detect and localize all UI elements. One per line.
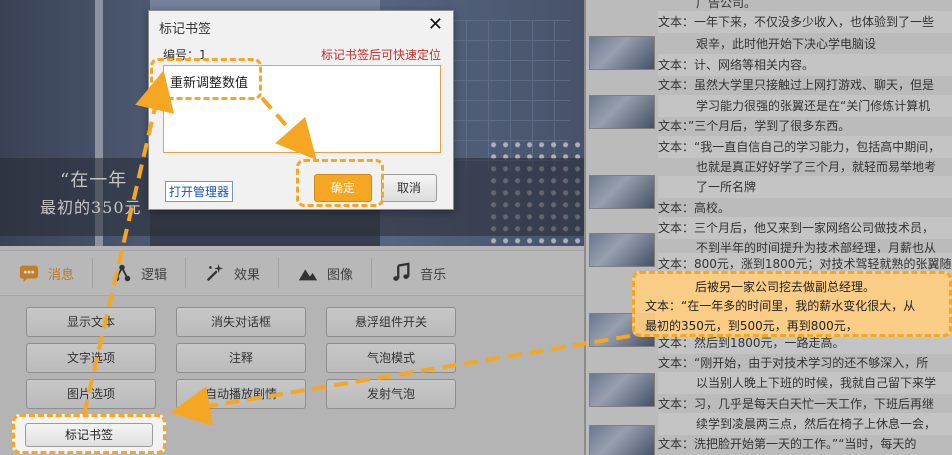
category-tab-bar: 消息 逻辑 效果 图像 音乐 <box>0 250 584 296</box>
highlighted-bookmark-command: 标记书签 <box>12 414 166 454</box>
cmd-show-text[interactable]: 显示文本 <box>26 307 156 337</box>
list-item[interactable]: 续学到凌晨两三点，然后在椅子上休息一会， <box>658 413 952 435</box>
list-item[interactable]: 文本：“刚开始，由于对技术学习的还不够深入，所 <box>658 352 952 374</box>
row-thumbnail <box>589 175 655 209</box>
list-item[interactable]: 以当别人晚上下班的时候，我就自己留下来学 <box>658 372 952 394</box>
cmd-comment[interactable]: 注释 <box>176 343 306 373</box>
message-icon <box>19 265 39 283</box>
list-item[interactable]: 文本：虽然大学里只接触过上网打游戏、聊天，但是 <box>658 74 952 96</box>
row-thumbnail <box>589 425 655 455</box>
row-thumbnail <box>589 233 655 267</box>
list-item[interactable]: 文本：三个月后，他又来到一家网络公司做技术员， <box>658 217 952 239</box>
list-item[interactable]: 文本：高校。 <box>658 197 952 219</box>
tab-image[interactable]: 图像 <box>279 258 373 288</box>
effect-icon <box>206 263 224 282</box>
list-item[interactable]: 文本：一年下来，不仅没多少收入，也体验到了一些 <box>658 11 952 33</box>
image-icon <box>298 269 318 281</box>
cmd-bookmark[interactable]: 标记书签 <box>25 423 153 447</box>
tab-effect[interactable]: 效果 <box>186 258 280 288</box>
list-item[interactable]: 文本：“我一直自信自己的学习能力，包括高中期间， <box>658 136 952 158</box>
list-item[interactable]: 学习能力很强的张翼还是在“关门修炼计算机 <box>658 95 952 117</box>
cmd-bubble-mode[interactable]: 气泡模式 <box>326 343 456 373</box>
script-list: 广告公司。 文本：一年下来，不仅没多少收入，也体验到了一些 艰辛，此时他开始下决… <box>586 0 952 455</box>
tab-logic[interactable]: 逻辑 <box>93 258 187 288</box>
cmd-autoplay[interactable]: 自动播放剧情 <box>176 379 306 409</box>
cmd-hide-dialog[interactable]: 消失对话框 <box>176 307 306 337</box>
selected-row-line: 最初的350元，到500元，再到800元， <box>645 319 858 333</box>
tab-label: 图像 <box>327 267 354 283</box>
selected-row-line: 文本：“在一年多的时间里，我的薪水变化很大，从 <box>645 299 916 313</box>
tab-music[interactable]: 音乐 <box>372 258 464 288</box>
list-item[interactable]: 文本：洗把脸开始第一天的工作。”“当时，每天的 <box>658 433 952 455</box>
list-item[interactable]: 了一所名牌 <box>658 176 952 198</box>
cmd-text-options[interactable]: 文字选项 <box>26 343 156 373</box>
tab-label: 消息 <box>48 267 75 283</box>
selected-row-line: 后被另一家公司挖去做副总经理。 <box>695 280 876 294</box>
highlight-text-input <box>150 58 262 100</box>
caption-line-2: 最初的350元 <box>40 198 142 217</box>
list-item[interactable]: 文本：计、网络等相关内容。 <box>658 54 952 76</box>
highlight-confirm-button <box>296 159 384 207</box>
row-thumbnail <box>589 373 655 407</box>
cancel-button[interactable]: 取消 <box>381 174 437 202</box>
list-item[interactable]: 也就是真正好好学了三个月，就轻而易举地考 <box>658 156 952 178</box>
cmd-image-options[interactable]: 图片选项 <box>26 379 156 409</box>
cmd-float-toggle[interactable]: 悬浮组件开关 <box>326 307 456 337</box>
tab-label: 音乐 <box>420 267 447 283</box>
music-icon <box>393 262 410 281</box>
tab-message[interactable]: 消息 <box>0 258 94 288</box>
dialog-title: 标记书签 <box>159 22 212 37</box>
cmd-emit-bubble[interactable]: 发射气泡 <box>326 379 456 409</box>
row-thumbnail <box>589 36 655 70</box>
close-icon[interactable]: ✕ <box>428 15 443 35</box>
list-item[interactable]: 文本：习，几乎是每天白天忙一天工作，下班后再继 <box>658 393 952 415</box>
tab-label: 逻辑 <box>141 267 168 283</box>
list-item[interactable]: 文本：”三个月后，学到了很多东西。 <box>658 115 952 137</box>
caption-line-1: “在一年 <box>60 170 128 191</box>
highlighted-selected-row[interactable]: 后被另一家公司挖去做副总经理。 文本：“在一年多的时间里，我的薪水变化很大，从 … <box>632 271 952 337</box>
logic-icon <box>113 264 131 282</box>
list-item[interactable]: 艰辛，此时他开始下决心学电脑设 <box>658 33 952 55</box>
row-thumbnail <box>589 95 655 129</box>
bookmark-hint: 标记书签后可快速定位 <box>320 48 441 62</box>
open-manager-link[interactable]: 打开管理器 <box>165 181 234 202</box>
tab-label: 效果 <box>234 267 261 283</box>
